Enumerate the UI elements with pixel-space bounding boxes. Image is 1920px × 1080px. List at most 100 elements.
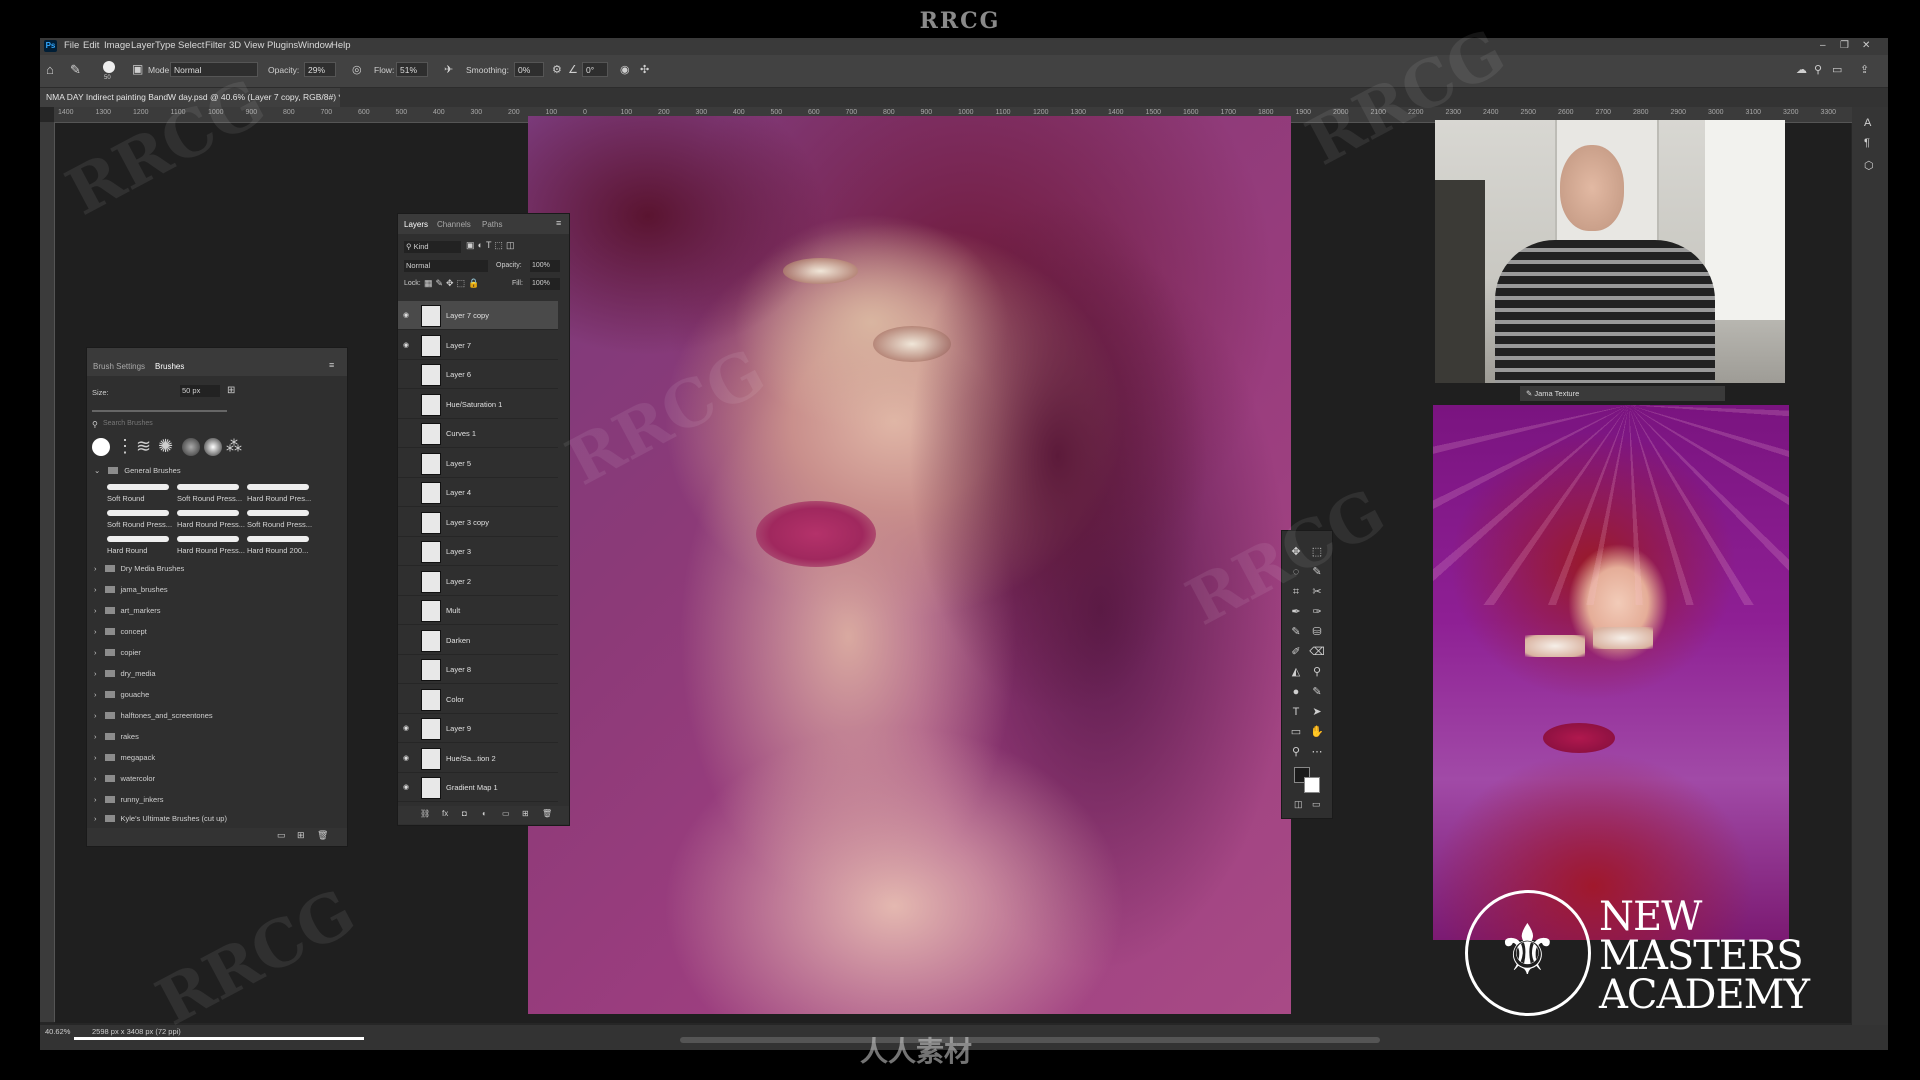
visibility-eye-icon[interactable]: ◉ [403,783,409,791]
lock-icons[interactable]: ▦✎✥⬚🔒 [424,278,482,289]
tool-button[interactable]: T [1287,705,1305,720]
brush-folder[interactable]: › halftones_and_screentones [94,711,213,720]
layer-name[interactable]: Layer 7 [446,341,471,350]
trash-icon[interactable]: 🗑 [542,809,552,818]
menu-layer[interactable]: Layer [131,40,155,51]
visibility-eye-icon[interactable]: ◉ [403,724,409,732]
gear-icon[interactable]: ⚙ [552,63,562,76]
layer-name[interactable]: Layer 4 [446,488,471,497]
layer-row[interactable]: Mult [398,596,558,625]
layer-name[interactable]: Curves 1 [446,429,476,438]
brush-folder[interactable]: › copier [94,648,141,657]
folder-icon[interactable]: ▭ [277,830,286,841]
new-brush-icon[interactable]: ⊞ [297,830,305,841]
tab-channels[interactable]: Channels [437,220,471,229]
close-button[interactable]: ✕ [1862,40,1870,51]
pressure-size-icon[interactable]: ◉ [620,63,630,76]
menu-file[interactable]: File [64,40,79,51]
3d-icon[interactable]: ⬡ [1864,159,1874,172]
group-icon[interactable]: ▭ [502,809,510,818]
visibility-eye-icon[interactable]: ◉ [403,311,409,319]
recent-brush-6-icon[interactable] [204,438,222,456]
layer-row[interactable]: Layer 8 [398,655,558,684]
brush-item[interactable]: Soft Round Press... [177,494,242,503]
tool-button[interactable]: ✐ [1287,645,1305,660]
tool-button[interactable]: ⛁ [1308,625,1326,640]
tool-button[interactable]: ⋯ [1308,745,1326,760]
angle-field[interactable]: 0° [582,62,608,77]
brush-folder[interactable]: › Dry Media Brushes [94,564,184,573]
layer-name[interactable]: Mult [446,606,460,615]
tool-button[interactable]: ✒ [1287,605,1305,620]
search-brushes-input[interactable]: Search Brushes [103,420,153,427]
layer-row[interactable]: Hue/Saturation 1 [398,390,558,419]
brush-preset-icon[interactable] [103,61,115,73]
visibility-eye-icon[interactable]: ◉ [403,341,409,349]
paragraph-icon[interactable]: ¶ [1864,137,1870,149]
recent-brush-1-icon[interactable] [92,438,110,456]
minimize-button[interactable]: – [1820,40,1826,51]
zoom-level[interactable]: 40.62% [45,1027,70,1036]
layer-row[interactable]: ◉ Layer 9 [398,714,558,743]
menu-help[interactable]: Help [331,40,351,51]
brush-item[interactable]: Hard Round Pres... [247,494,311,503]
brush-folder[interactable]: › watercolor [94,774,155,783]
layer-name[interactable]: Layer 2 [446,577,471,586]
menu-window[interactable]: Window [298,40,332,51]
recent-brushes[interactable]: ⋮ ≋ ✺ ⁂ [92,436,242,458]
tab-brushes[interactable]: Brushes [155,362,184,371]
layer-row[interactable]: Layer 3 copy [398,508,558,537]
recent-brush-5-icon[interactable] [182,438,200,456]
menu-filter[interactable]: Filter [205,40,226,51]
layer-name[interactable]: Color [446,695,464,704]
size-slider[interactable] [92,410,227,412]
tool-button[interactable]: ⚲ [1308,665,1326,680]
menu-image[interactable]: Image [104,40,130,51]
link-icon[interactable]: ⛓ [420,809,430,818]
recent-brush-3-icon[interactable]: ≋ [136,436,151,457]
brush-folder[interactable]: › rakes [94,732,139,741]
tool-button[interactable]: ✎ [1308,685,1326,700]
adjustment-icon[interactable]: ◐ [482,809,487,818]
layer-row[interactable]: ◉ Layer 7 [398,331,558,360]
layer-row[interactable]: Layer 2 [398,567,558,596]
menu-edit[interactable]: Edit [83,40,99,51]
blend-mode-select[interactable]: Normal [404,260,488,272]
fx-icon[interactable]: fx [442,809,448,818]
layer-row[interactable]: Darken [398,626,558,655]
layer-row[interactable]: Layer 6 [398,360,558,389]
brush-item[interactable]: Hard Round Press... [177,546,245,555]
brush-item[interactable]: Hard Round 200... [247,546,308,555]
brush-item[interactable]: Soft Round Press... [247,520,312,529]
quick-mask-icon[interactable]: ◫ [1294,799,1303,810]
layer-row[interactable]: Color [398,685,558,714]
home-icon[interactable]: ⌂ [46,62,54,77]
layer-row[interactable]: Layer 4 [398,478,558,507]
tool-button[interactable]: ✂ [1308,585,1326,600]
layer-name[interactable]: Layer 7 copy [446,311,489,320]
layer-name[interactable]: Hue/Saturation 1 [446,400,502,409]
smoothing-field[interactable]: 0% [514,62,544,77]
layer-row[interactable]: Layer 3 [398,537,558,566]
tool-button[interactable]: ▭ [1287,725,1305,740]
brush-settings-icon[interactable]: ▣ [132,62,143,76]
search-icon[interactable]: ⚲ [1814,63,1822,76]
folder-general-brushes[interactable]: ⌄ General Brushes [94,466,181,475]
layer-row[interactable]: Layer 5 [398,449,558,478]
tool-button[interactable]: ✋ [1308,725,1326,740]
visibility-eye-icon[interactable]: ◉ [403,754,409,762]
brush-tool-icon[interactable]: ✎ [70,62,81,78]
screen-mode-icon[interactable]: ▭ [1312,799,1321,810]
character-icon[interactable]: A [1864,117,1871,129]
menu-type[interactable]: Type [155,40,176,51]
layer-name[interactable]: Darken [446,636,470,645]
pressure-opacity-icon[interactable]: ◎ [352,63,362,76]
tab-brush-settings[interactable]: Brush Settings [93,362,145,371]
mask-icon[interactable]: ◘ [462,809,467,818]
layer-filter-icons[interactable]: ▣◐T⬚◫ [466,240,517,251]
tool-button[interactable]: ⌫ [1308,645,1326,660]
restore-button[interactable]: ❐ [1840,40,1849,51]
tool-button[interactable]: ⚲ [1287,745,1305,760]
horizontal-scrollbar[interactable] [680,1037,1380,1043]
layer-row[interactable]: ◉ Layer 7 copy [398,301,558,330]
